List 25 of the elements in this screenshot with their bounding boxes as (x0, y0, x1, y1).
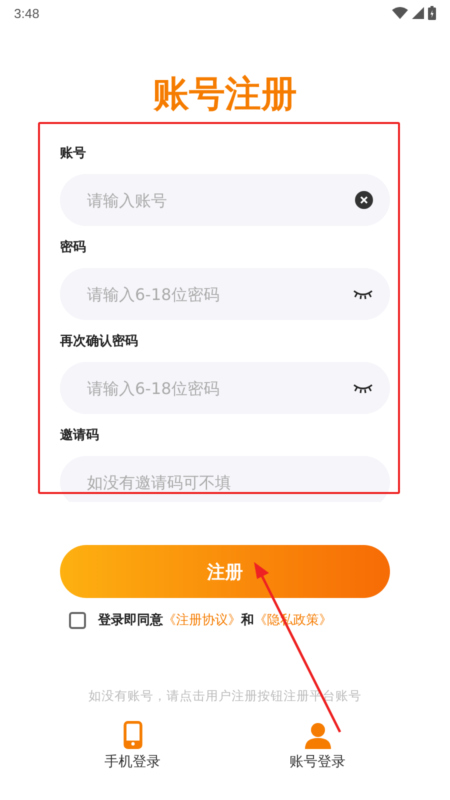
signal-icon (412, 7, 424, 19)
battery-icon (428, 6, 436, 20)
field-label: 密码 (60, 238, 87, 256)
register-button[interactable]: 注册 (60, 545, 390, 598)
agreement-text: 登录即同意 (98, 612, 163, 629)
field-label: 账号 (60, 145, 87, 162)
login-option[interactable]: 手机登录 (104, 721, 160, 771)
status-time: 3:48 (14, 6, 40, 20)
field-label: 再次确认密码 (60, 332, 139, 350)
input-field[interactable]: 如没有邀请码可不填 (60, 456, 390, 502)
agreement-text: 和 (241, 612, 254, 629)
wifi-icon (392, 7, 408, 19)
closed-eye-icon[interactable] (353, 382, 373, 394)
login-option[interactable]: 账号登录 (290, 721, 346, 771)
input-field[interactable]: 请输入账号 (60, 174, 390, 226)
closed-eye-icon[interactable] (353, 288, 373, 300)
agreement-link[interactable]: 《注册协议》 (163, 611, 241, 629)
input-field[interactable]: 请输入6-18位密码 (60, 268, 390, 320)
person-icon (304, 723, 330, 749)
clear-icon[interactable] (355, 191, 373, 209)
phone-icon (122, 721, 142, 749)
page-title: 账号注册 (152, 73, 298, 117)
input-field[interactable]: 请输入6-18位密码 (60, 362, 390, 414)
field-label: 邀请码 (60, 427, 100, 444)
checkbox[interactable] (69, 612, 86, 628)
